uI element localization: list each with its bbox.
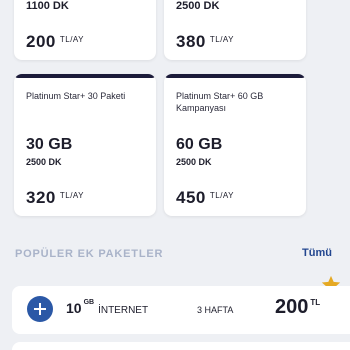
- card-accent-bar: [14, 74, 156, 78]
- see-all-link[interactable]: Tümü: [302, 247, 332, 259]
- price: 450 TL/AY: [176, 188, 234, 208]
- price-unit: TL/AY: [59, 191, 85, 200]
- minutes-label: 2500 DK: [176, 0, 220, 12]
- price-value: 320: [26, 188, 56, 207]
- price-unit: TL/AY: [209, 35, 235, 44]
- add-button[interactable]: [27, 296, 53, 322]
- addon-duration: 3 HAFTA: [197, 305, 234, 315]
- minutes-label: 2500 DK: [176, 157, 212, 167]
- package-name: Platinum Star+ 60 GB Kampanyası: [176, 91, 264, 113]
- section-title: POPÜLER EK PAKETLER: [15, 248, 164, 260]
- next-row-card[interactable]: [12, 342, 350, 350]
- data-amount: 30 GB: [26, 136, 73, 153]
- package-card-top-left[interactable]: 1100 DK 200 TL/AY: [14, 0, 156, 60]
- minutes-label: 1100 DK: [26, 0, 69, 12]
- price-value: 450: [176, 188, 206, 207]
- price-value: 200: [26, 32, 56, 51]
- addon-package-row[interactable]: 10 GBİNTERNET 3 HAFTA 200 TL: [12, 286, 350, 334]
- price-unit: TL/AY: [59, 35, 85, 44]
- data-amount: 60 GB: [176, 136, 223, 153]
- price: 320 TL/AY: [26, 188, 84, 208]
- package-card-platinum-60[interactable]: Platinum Star+ 60 GB Kampanyası 60 GB 25…: [164, 74, 306, 216]
- price-value: 380: [176, 32, 206, 51]
- addon-price: 200 TL: [275, 296, 320, 319]
- package-card-platinum-30[interactable]: Platinum Star+ 30 Paketi 30 GB 2500 DK 3…: [14, 74, 156, 216]
- package-name: Platinum Star+ 30 Paketi: [26, 91, 126, 101]
- price-unit: TL/AY: [209, 191, 235, 200]
- addon-type: İNTERNET: [98, 305, 149, 316]
- package-card-top-right[interactable]: 2500 DK 380 TL/AY: [164, 0, 306, 60]
- addon-gb-unit: GB: [83, 299, 95, 306]
- card-accent-bar: [164, 74, 306, 78]
- addon-gb-value: 10: [66, 300, 82, 316]
- plus-icon: [34, 303, 46, 315]
- price: 380 TL/AY: [176, 32, 234, 52]
- addon-currency: TL: [310, 298, 321, 307]
- addon-price-value: 200: [275, 296, 309, 318]
- price: 200 TL/AY: [26, 32, 84, 52]
- addon-data: 10 GBİNTERNET: [66, 299, 149, 316]
- minutes-label: 2500 DK: [26, 157, 62, 167]
